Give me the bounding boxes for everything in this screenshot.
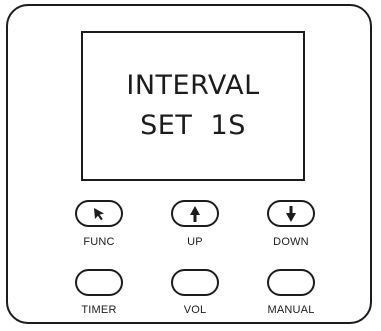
up-button-label: UP [187, 236, 203, 248]
arrow-down-icon [285, 205, 297, 223]
manual-button[interactable] [267, 269, 315, 296]
timer-button-label: TIMER [81, 304, 117, 316]
lcd-display: INTERVAL SET 1S [81, 31, 305, 181]
display-line-1: INTERVAL [126, 70, 260, 101]
down-button-label: DOWN [273, 236, 309, 248]
manual-button-label: MANUAL [267, 304, 315, 316]
vol-button-label: VOL [183, 304, 207, 316]
display-line-2: SET 1S [140, 110, 246, 141]
func-button-label: FUNC [83, 236, 115, 248]
arrow-up-icon [189, 205, 201, 223]
up-button[interactable] [171, 200, 219, 227]
timer-button[interactable] [75, 269, 123, 296]
cursor-arrow-icon [91, 206, 107, 222]
vol-button[interactable] [171, 269, 219, 296]
func-button[interactable] [75, 200, 123, 227]
down-button[interactable] [267, 200, 315, 227]
remote-control-panel: INTERVAL SET 1S FUNC UP DOWN TIMER VOL M… [6, 4, 372, 324]
